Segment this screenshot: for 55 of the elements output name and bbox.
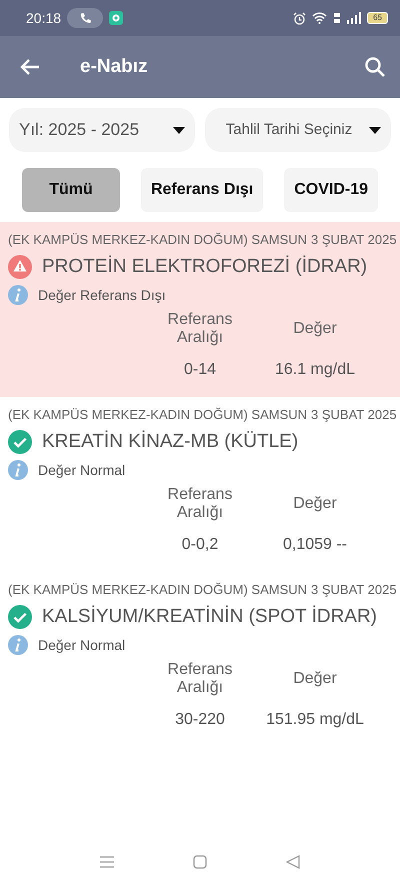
column-header: Değer	[292, 670, 338, 688]
menu-button[interactable]	[100, 856, 114, 868]
test-name: KALSİYUM/KREATİNİN (SPOT İDRAR)	[42, 606, 378, 628]
info-icon	[8, 285, 28, 305]
dropdown-caret-icon	[173, 126, 185, 134]
battery-indicator: 65	[367, 12, 388, 24]
column-header: Referans Aralığı	[166, 311, 234, 347]
dropdown-caret-icon	[369, 126, 381, 134]
result-value: 151.95 mg/dL	[266, 711, 364, 729]
column-header: Referans Aralığı	[166, 486, 234, 522]
result-date: 3 ŞUBAT 2025	[311, 232, 397, 247]
menu-icon	[100, 856, 114, 868]
filter-chip[interactable]: COVID-19	[284, 168, 378, 212]
column-header: Referans Aralığı	[166, 661, 234, 697]
back-button[interactable]	[286, 855, 300, 869]
reference-range: 0-0,2	[182, 536, 218, 554]
result-date: 3 ŞUBAT 2025	[311, 407, 397, 422]
search-button[interactable]	[364, 56, 386, 78]
wifi-icon	[312, 12, 328, 24]
status-text: Değer Normal	[38, 462, 126, 478]
warning-icon	[8, 255, 32, 279]
status-text: Değer Normal	[38, 637, 126, 653]
search-icon	[364, 56, 386, 78]
reference-range: 0-14	[184, 361, 216, 379]
hospital-name: (EK KAMPÜS MERKEZ-KADIN DOĞUM) SAMSUN	[8, 232, 308, 247]
alarm-icon	[293, 12, 306, 24]
info-icon	[8, 460, 28, 480]
home-icon	[192, 855, 207, 869]
hospital-name: (EK KAMPÜS MERKEZ-KADIN DOĞUM) SAMSUN	[8, 407, 308, 422]
app-title: e-Nabız	[80, 56, 148, 78]
test-name: PROTEİN ELEKTROFOREZİ (İDRAR)	[42, 256, 368, 278]
check-icon	[8, 430, 32, 454]
test-name: KREATİN KİNAZ-MB (KÜTLE)	[42, 431, 298, 453]
check-icon	[8, 605, 32, 629]
filter-chip[interactable]: Tümü	[22, 168, 120, 212]
year-dropdown[interactable]: Yıl: 2025 - 2025	[9, 108, 195, 152]
back-arrow-icon	[20, 58, 40, 76]
reference-range: 30-220	[175, 711, 225, 729]
phone-icon	[79, 12, 92, 24]
filter-chip[interactable]: Referans Dışı	[140, 168, 264, 212]
chat-app-icon	[109, 11, 124, 25]
date-dropdown[interactable]: Tahlil Tarihi Seçiniz	[205, 108, 391, 152]
column-header: Değer	[292, 320, 338, 338]
signal-icon	[347, 12, 362, 24]
result-value: 0,1059 --	[282, 536, 348, 554]
back-triangle-icon	[286, 855, 300, 869]
status-time: 20:18	[26, 10, 62, 26]
result-card[interactable]: (EK KAMPÜS MERKEZ-KADIN DOĞUM) SAMSUN 3 ŞUBAT 2025 PROTEİN ELEKTROFOREZİ (İDRAR) Değer Referans Dışı Referans Aralığı Değer 0-14 16.1 mg/dL	[0, 222, 400, 397]
result-date: 3 ŞUBAT 2025	[311, 582, 397, 597]
info-icon	[8, 635, 28, 655]
home-button[interactable]	[192, 855, 207, 869]
status-text: Değer Referans Dışı	[38, 287, 166, 303]
column-header: Değer	[292, 495, 338, 513]
hospital-name: (EK KAMPÜS MERKEZ-KADIN DOĞUM) SAMSUN	[8, 582, 308, 597]
result-value: 16.1 mg/dL	[274, 361, 356, 379]
